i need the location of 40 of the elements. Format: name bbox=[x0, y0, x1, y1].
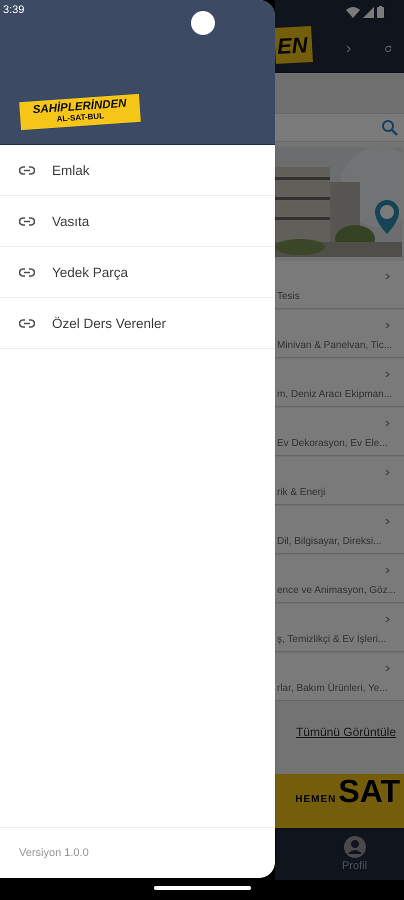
chevron-icon bbox=[385, 616, 390, 623]
chevron-icon bbox=[385, 469, 390, 476]
nav-label[interactable]: Profil bbox=[342, 860, 368, 872]
wifi-icon bbox=[346, 6, 360, 18]
app-logo: SAHİPLERİNDEN AL-SAT-BUL bbox=[19, 94, 141, 130]
link-icon bbox=[19, 166, 35, 174]
category-row[interactable]: ence ve Animasyon, Göz... bbox=[275, 555, 404, 603]
category-row[interactable]: Dil, Bilgisayar, Direksi... bbox=[275, 506, 404, 554]
chevron-icon bbox=[385, 665, 390, 672]
category-row[interactable]: Tesis bbox=[275, 261, 404, 309]
search-field[interactable] bbox=[275, 113, 404, 142]
signal-icon bbox=[363, 6, 374, 18]
chevron-icon bbox=[385, 371, 390, 378]
camera-cutout bbox=[191, 11, 215, 35]
status-time: 3:39 bbox=[3, 4, 24, 16]
profile-icon[interactable] bbox=[344, 836, 366, 858]
search-icon[interactable] bbox=[381, 119, 398, 136]
chevron-icon bbox=[385, 420, 390, 427]
chevron-icon bbox=[385, 322, 390, 329]
version-text: Versiyon 1.0.0 bbox=[19, 847, 89, 859]
category-row[interactable]: m, Deniz Aracı Ekipman... bbox=[275, 359, 404, 407]
chevron-icon bbox=[385, 567, 390, 574]
chevron-icon bbox=[385, 273, 390, 280]
drawer-item[interactable]: Vasıta bbox=[0, 196, 275, 247]
view-all-link[interactable]: Tümünü Görüntüle bbox=[296, 725, 396, 739]
promo-banner[interactable]: HEMEN SAT bbox=[275, 774, 404, 828]
link-icon bbox=[19, 268, 35, 276]
category-row[interactable]: rik & Enerji bbox=[275, 457, 404, 505]
link-icon bbox=[19, 318, 35, 328]
drawer-item[interactable]: Yedek Parça bbox=[0, 247, 275, 298]
battery-icon bbox=[377, 6, 384, 18]
link-icon bbox=[19, 216, 35, 226]
logo-fragment: EN bbox=[274, 26, 312, 64]
category-row[interactable]: rlar, Bakım Ürünleri, Ye... bbox=[275, 653, 404, 701]
drawer-item[interactable]: Emlak bbox=[0, 145, 275, 196]
category-row[interactable]: ş, Temizlikçi & Ev İşleri... bbox=[275, 604, 404, 652]
chevron-icon bbox=[385, 518, 390, 525]
category-row[interactable]: Ev Dekorasyon, Ev Ele... bbox=[275, 408, 404, 456]
category-row[interactable]: Minivan & Panelvan, Tic... bbox=[275, 310, 404, 358]
drawer-item[interactable]: Özel Ders Verenler bbox=[0, 298, 275, 349]
